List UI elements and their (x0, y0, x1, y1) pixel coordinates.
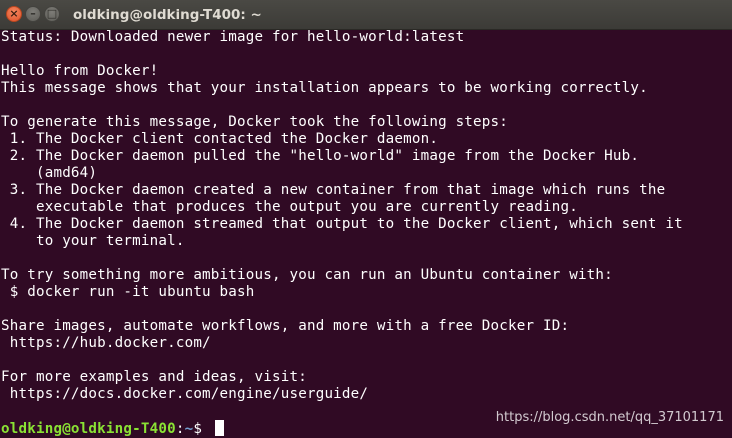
minimize-icon[interactable]: – (25, 6, 41, 22)
output-line: Share images, automate workflows, and mo… (1, 318, 570, 334)
output-line: $ docker run -it ubuntu bash (1, 284, 255, 300)
title-bar[interactable]: × – □ oldking@oldking-T400: ~ (0, 0, 732, 30)
output-line: Hello from Docker! (1, 63, 159, 79)
output-line: (amd64) (1, 165, 98, 181)
prompt-symbol: $ (193, 421, 211, 437)
output-line: executable that produces the output you … (1, 199, 578, 215)
text-cursor[interactable] (214, 420, 224, 436)
output-line: to your terminal. (1, 233, 185, 249)
output-line: 1. The Docker client contacted the Docke… (1, 131, 439, 147)
output-line: Status: Downloaded newer image for hello… (1, 29, 465, 45)
watermark: https://blog.csdn.net/qq_37101171 (495, 410, 724, 425)
terminal-window: × – □ oldking@oldking-T400: ~ Status: Do… (0, 0, 732, 438)
output-line: https://hub.docker.com/ (1, 335, 211, 351)
output-line: 4. The Docker daemon streamed that outpu… (1, 216, 683, 232)
output-line: 3. The Docker daemon created a new conta… (1, 182, 666, 198)
terminal-output[interactable]: Status: Downloaded newer image for hello… (1, 29, 730, 438)
output-line: 2. The Docker daemon pulled the "hello-w… (1, 148, 640, 164)
maximize-icon[interactable]: □ (44, 6, 60, 22)
close-icon[interactable]: × (6, 6, 22, 22)
window-title: oldking@oldking-T400: ~ (73, 7, 262, 23)
output-line: This message shows that your installatio… (1, 80, 648, 96)
output-line: To generate this message, Docker took th… (1, 114, 509, 130)
output-line: To try something more ambitious, you can… (1, 267, 613, 283)
prompt-user-host: oldking@oldking-T400 (1, 421, 176, 437)
prompt-separator: : (175, 421, 185, 437)
output-line: https://docs.docker.com/engine/userguide… (1, 386, 369, 402)
output-line: For more examples and ideas, visit: (1, 369, 307, 385)
